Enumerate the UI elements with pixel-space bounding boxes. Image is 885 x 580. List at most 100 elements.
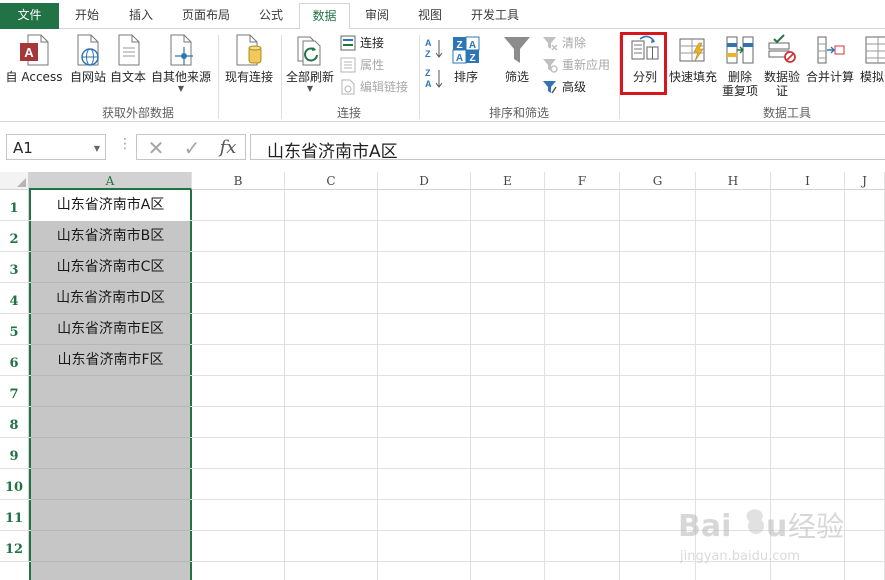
column-header-b[interactable]: B [192, 172, 285, 190]
svg-text:A: A [24, 45, 34, 60]
cell-a2[interactable]: 山东省济南市B区 [31, 221, 190, 252]
cell-a4[interactable]: 山东省济南市D区 [31, 283, 190, 314]
edit-links-button[interactable]: 编辑链接 [340, 77, 416, 97]
row-header-9[interactable]: 9 [0, 438, 29, 469]
enter-check-icon[interactable]: ✓ [179, 137, 205, 159]
filter-button[interactable]: 筛选 [497, 33, 537, 84]
column-header-h[interactable]: H [696, 172, 771, 190]
row-header-2[interactable]: 2 [0, 221, 29, 252]
properties-icon [340, 57, 356, 73]
tab-page-layout[interactable]: 页面布局 [170, 3, 242, 29]
other-sources-icon [170, 34, 193, 66]
properties-button[interactable]: 属性 [340, 55, 416, 75]
active-cell-a1[interactable]: 山东省济南市A区 [31, 190, 190, 221]
row-header-4[interactable]: 4 [0, 283, 29, 314]
data-validation-icon [768, 34, 796, 63]
flash-fill-button[interactable]: 快速填充 [667, 33, 719, 84]
whatif-analysis-button[interactable]: 模拟分 [858, 33, 885, 84]
sort-descending-button[interactable]: Z A [423, 67, 445, 89]
consolidate-icon [817, 36, 845, 64]
select-all-corner[interactable] [0, 172, 29, 190]
consolidate-label: 合并计算 [805, 70, 854, 84]
column-header-d[interactable]: D [378, 172, 471, 190]
tab-insert[interactable]: 插入 [115, 3, 167, 29]
formula-value: 山东省济南市A区 [267, 142, 398, 162]
from-text-button[interactable]: 自文本 [108, 33, 148, 84]
filter-label: 筛选 [504, 70, 529, 84]
svg-text:A: A [425, 38, 432, 48]
column-header-f[interactable]: F [545, 172, 620, 190]
row-header-6[interactable]: 6 [0, 345, 29, 376]
existing-connections-label: 现有连接 [224, 70, 273, 84]
cell-a11[interactable] [31, 500, 190, 531]
remove-duplicates-button[interactable]: 删除 重复项 [721, 33, 759, 98]
svg-text:Z: Z [425, 49, 431, 59]
from-other-sources-button[interactable]: 自其他来源 ▼ [150, 33, 212, 93]
cell-a8[interactable] [31, 407, 190, 438]
remove-duplicates-label-2: 重复项 [721, 84, 758, 98]
connections-button[interactable]: 连接 [340, 33, 416, 53]
formula-input[interactable]: 山东省济南市A区 [250, 134, 885, 162]
from-access-button[interactable]: A 自 Access [4, 33, 64, 84]
tab-file[interactable]: 文件 [0, 3, 59, 29]
cell-a7[interactable] [31, 376, 190, 407]
column-header-e[interactable]: E [471, 172, 545, 190]
tab-view[interactable]: 视图 [405, 3, 455, 29]
column-header-i[interactable]: I [771, 172, 845, 190]
row-header-1[interactable]: 1 [0, 190, 29, 221]
row-header-12[interactable]: 12 [0, 531, 29, 562]
name-box-value: A1 [13, 139, 33, 157]
from-web-button[interactable]: 自网站 [66, 33, 110, 84]
connections-icon [340, 35, 356, 51]
ribbon-tab-bar: 文件 开始 插入 页面布局 公式 数据 审阅 视图 开发工具 [0, 0, 885, 30]
svg-text:Z: Z [425, 68, 431, 78]
refresh-all-button[interactable]: 全部刷新 ▼ [284, 33, 336, 93]
select-all-icon [17, 178, 26, 187]
cell-a6[interactable]: 山东省济南市F区 [31, 345, 190, 376]
data-validation-label-1: 数据验 [763, 70, 800, 84]
row-header-5[interactable]: 5 [0, 314, 29, 345]
cell-a5[interactable]: 山东省济南市E区 [31, 314, 190, 345]
sort-az-icon: A Z [425, 38, 443, 59]
properties-label: 属性 [360, 58, 385, 72]
cell-a12[interactable] [31, 531, 190, 562]
row-header-7[interactable]: 7 [0, 376, 29, 407]
chevron-down-icon[interactable]: ▼ [94, 144, 100, 153]
name-box[interactable]: A1 ▼ [6, 134, 106, 160]
row-header-10[interactable]: 10 [0, 469, 29, 500]
reapply-button[interactable]: 重新应用 [542, 55, 618, 75]
tab-review[interactable]: 审阅 [353, 3, 401, 29]
data-validation-button[interactable]: 数据验 证 [762, 33, 802, 98]
svg-text:A: A [456, 53, 463, 64]
consolidate-button[interactable]: 合并计算 [804, 33, 856, 84]
cancel-icon[interactable]: ✕ [143, 137, 169, 159]
tab-developer[interactable]: 开发工具 [459, 3, 531, 29]
sort-ascending-button[interactable]: A Z [423, 37, 445, 59]
column-header-j[interactable]: J [845, 172, 885, 190]
clear-filter-button[interactable]: 清除 [542, 33, 614, 53]
tab-home[interactable]: 开始 [62, 3, 112, 29]
cell-a10[interactable] [31, 469, 190, 500]
insert-function-icon[interactable]: fx [215, 137, 241, 159]
cell-a9[interactable] [31, 438, 190, 469]
refresh-all-label: 全部刷新 [285, 70, 334, 84]
row-header-3[interactable]: 3 [0, 252, 29, 283]
advanced-filter-button[interactable]: 高级 [542, 77, 614, 97]
existing-connections-icon [236, 34, 262, 66]
chevron-down-icon: ▼ [177, 84, 185, 93]
column-header-a[interactable]: A [29, 172, 192, 190]
reapply-icon [543, 59, 558, 73]
column-header-g[interactable]: G [620, 172, 696, 190]
column-gridline [695, 190, 696, 580]
column-header-c[interactable]: C [285, 172, 378, 190]
sort-button[interactable]: Z A A Z 排序 [447, 33, 485, 84]
tab-formulas[interactable]: 公式 [246, 3, 296, 29]
cell-a3[interactable]: 山东省济南市C区 [31, 252, 190, 283]
row-header-8[interactable]: 8 [0, 407, 29, 438]
formula-bar-resize-handle[interactable]: ⋮ [118, 136, 132, 152]
existing-connections-button[interactable]: 现有连接 [221, 33, 277, 84]
clear-filter-label: 清除 [562, 36, 587, 50]
row-header-11[interactable]: 11 [0, 500, 29, 531]
text-to-columns-button[interactable]: 分列 [625, 33, 665, 84]
tab-data[interactable]: 数据 [299, 3, 350, 30]
